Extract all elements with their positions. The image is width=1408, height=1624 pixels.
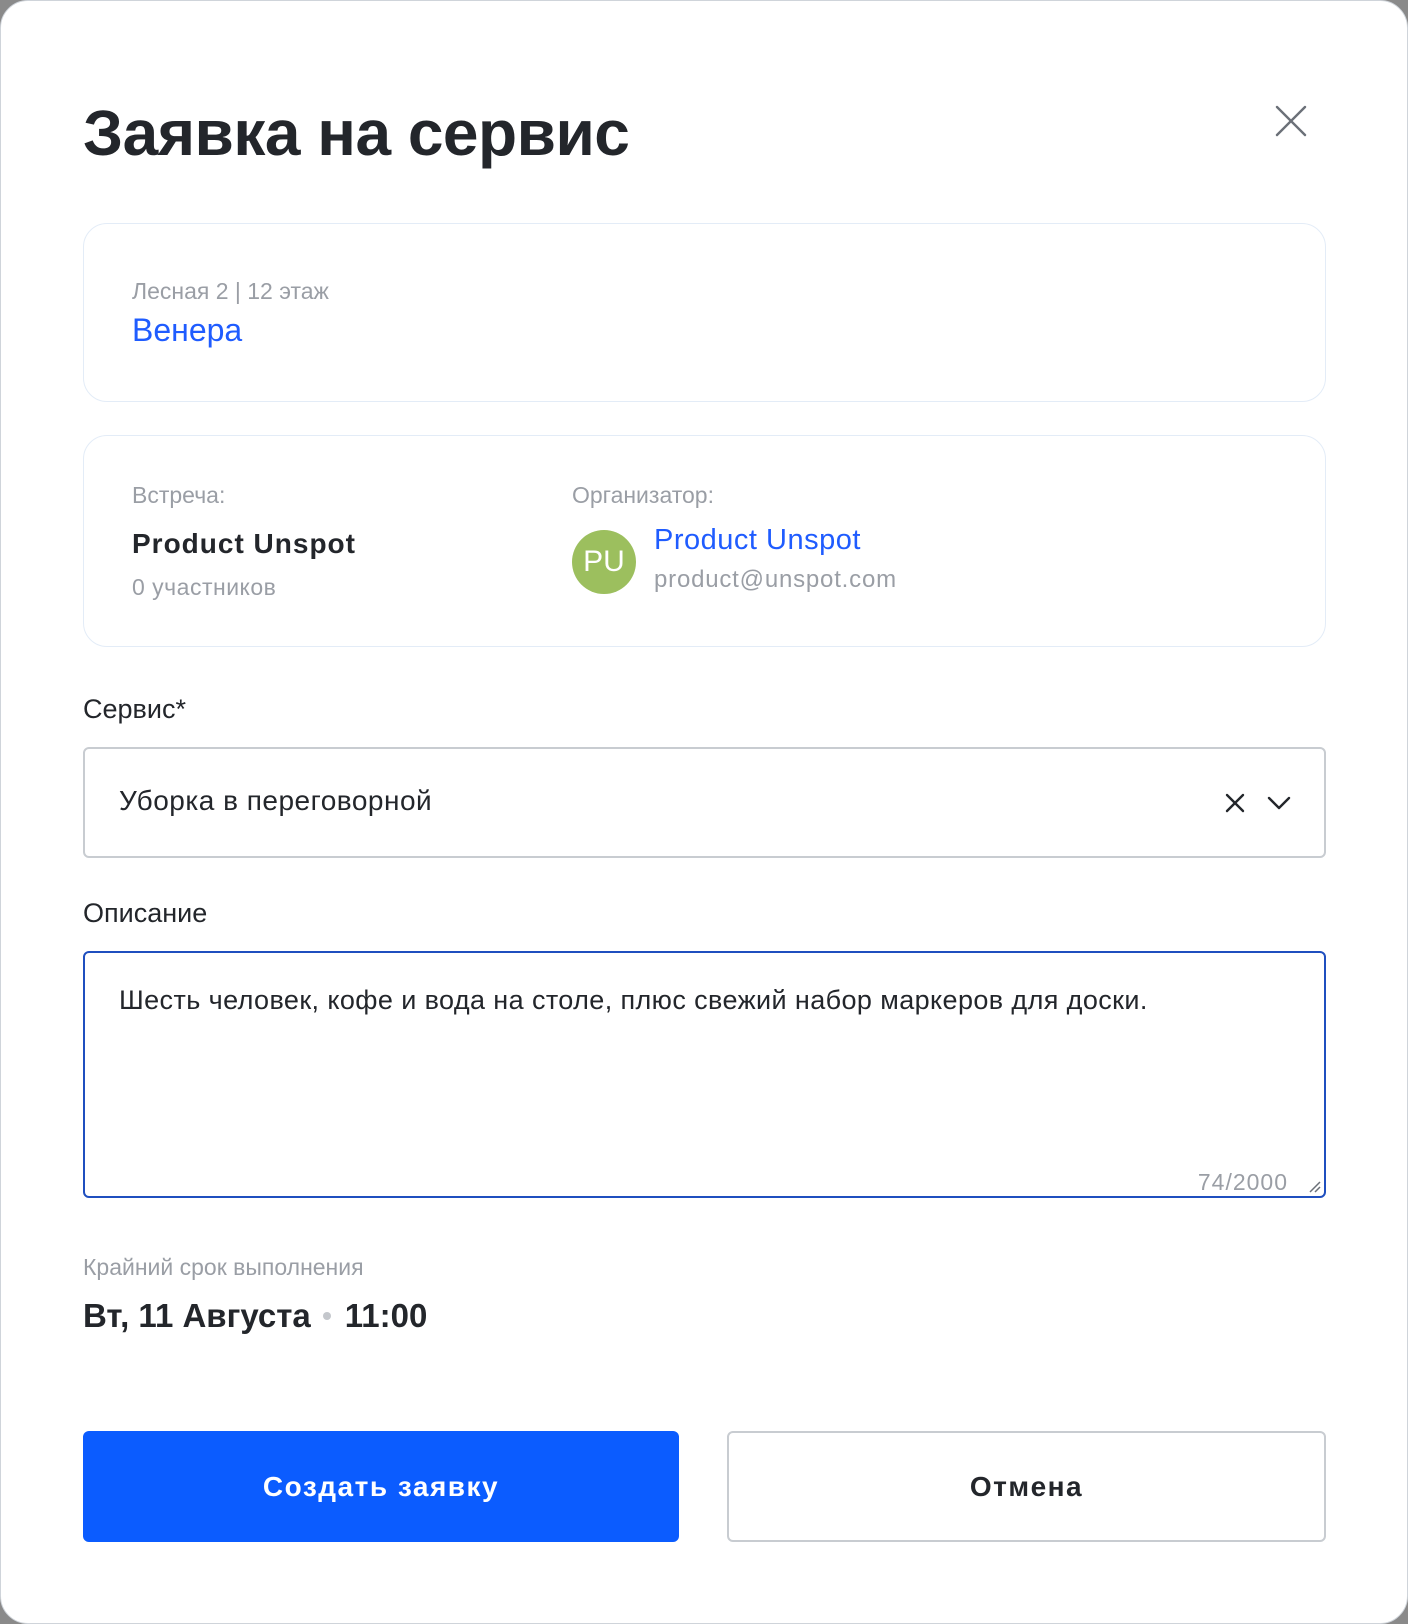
create-request-button[interactable]: Создать заявку: [83, 1431, 679, 1542]
service-select[interactable]: Уборка в переговорной: [83, 747, 1326, 858]
meeting-title: Product Unspot: [132, 528, 356, 559]
separator-dot: [322, 1312, 331, 1320]
char-counter: 74/2000: [1197, 1169, 1288, 1195]
description-text: Шесть человек, кофе и вода на столе, плю…: [119, 985, 1148, 1015]
organizer-email: product@unspot.com: [654, 566, 897, 593]
deadline-value[interactable]: Вт, 11 Августа 11:00: [83, 1297, 427, 1335]
service-select-value: Уборка в переговорной: [119, 785, 433, 816]
organizer-name-link[interactable]: Product Unspot: [654, 524, 861, 557]
meeting-card: Встреча: Product Unspot 0 участников Орг…: [83, 435, 1326, 647]
service-label: Сервис*: [83, 694, 186, 724]
room-name-link[interactable]: Венера: [132, 310, 242, 350]
clear-icon: [1225, 793, 1245, 813]
clear-button[interactable]: [1219, 787, 1251, 819]
close-icon: [1275, 105, 1307, 137]
meeting-label: Встреча:: [132, 482, 226, 508]
deadline-date: Вт, 11 Августа: [83, 1297, 311, 1334]
resize-handle-icon[interactable]: [1306, 1178, 1322, 1194]
deadline-time: 11:00: [344, 1297, 428, 1334]
description-textarea[interactable]: Шесть человек, кофе и вода на столе, плю…: [83, 951, 1326, 1198]
close-button[interactable]: [1267, 97, 1315, 145]
deadline-label: Крайний срок выполнения: [83, 1254, 364, 1280]
cancel-button[interactable]: Отмена: [727, 1431, 1326, 1542]
dropdown-toggle[interactable]: [1263, 787, 1295, 819]
organizer-label: Организатор:: [572, 482, 714, 508]
participants-count: 0 участников: [132, 574, 277, 600]
dialog-title: Заявка на сервис: [83, 97, 630, 169]
description-label: Описание: [83, 898, 208, 928]
location-address: Лесная 2 | 12 этаж: [132, 278, 329, 304]
avatar: PU: [572, 530, 636, 594]
service-request-dialog: Заявка на сервис Лесная 2 | 12 этаж Вене…: [0, 0, 1408, 1624]
location-card: Лесная 2 | 12 этаж Венера: [83, 223, 1326, 402]
chevron-down-icon: [1267, 796, 1291, 810]
